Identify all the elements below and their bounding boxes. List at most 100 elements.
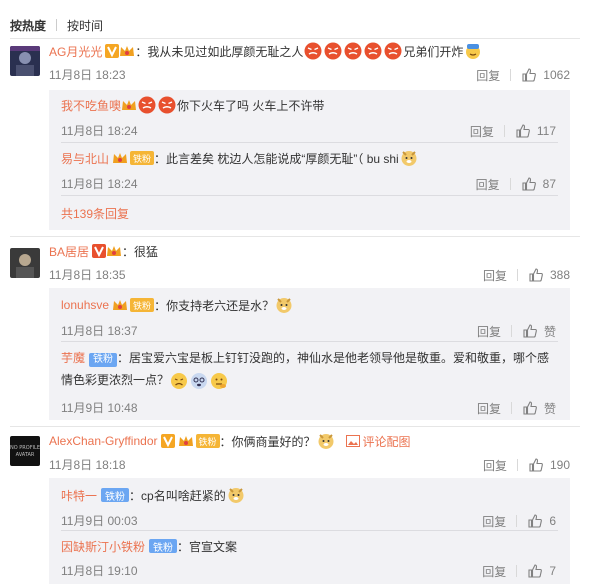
username[interactable]: AG月光光 xyxy=(49,43,102,60)
like-count: 388 xyxy=(549,268,570,282)
reply-button[interactable]: 回复 xyxy=(476,67,500,84)
angry-emoji-icon xyxy=(344,42,362,60)
avatar-text-line: AVATAR xyxy=(16,452,35,458)
username[interactable]: AlexChan-Gryffindor xyxy=(49,434,158,448)
like-count: 190 xyxy=(549,458,570,472)
sort-by-hot-tab[interactable]: 按热度 xyxy=(10,17,46,34)
image-icon xyxy=(345,435,360,447)
replies-box: 我不吃鱼噢 你下火车了吗 火车上不许带 11月8日 18:24 回复 117 易… xyxy=(49,90,570,230)
username[interactable]: BA居居 xyxy=(49,243,89,260)
reply-actions: 回复 87 xyxy=(476,175,556,193)
comment-time: 11月8日 18:35 xyxy=(49,268,126,282)
username[interactable]: 我不吃鱼噢 xyxy=(61,97,121,114)
thumb-up-icon xyxy=(528,564,543,578)
tie-fan-badge: 铁粉 xyxy=(89,353,118,367)
comment-divider xyxy=(10,236,580,237)
comment-text: ：你俩商量好的？ xyxy=(219,434,316,449)
comment-divider xyxy=(10,426,580,427)
comment-image-link[interactable]: 评论配图 xyxy=(345,433,411,450)
reply-content: 咔特一 铁粉 ：cp名叫啥赶紧的 xyxy=(61,486,246,504)
sad-emoji-icon xyxy=(170,372,188,390)
like-button[interactable]: 1062 xyxy=(521,67,570,83)
fan-badge: 铁粉 xyxy=(112,151,155,165)
like-button[interactable]: 赞 xyxy=(522,323,556,340)
reply-text: ：官宣文案 xyxy=(177,539,238,554)
reply-button[interactable]: 回复 xyxy=(470,123,494,140)
reply-button[interactable]: 回复 xyxy=(476,176,500,193)
action-divider xyxy=(510,325,512,337)
reply-text: 你下火车了吗 火车上不许带 xyxy=(177,98,325,113)
comment-content: AG月光光 ：我从未见过如此厚颜无耻之人 兄弟们开炸 xyxy=(49,42,483,60)
angry-emoji-icon xyxy=(324,42,342,60)
crown-badge-icon xyxy=(113,300,128,310)
like-count: 1062 xyxy=(543,68,570,82)
reply-time: 11月9日 00:03 xyxy=(61,514,138,528)
reply-button[interactable]: 回复 xyxy=(483,267,507,284)
username[interactable]: 易与北山 xyxy=(61,150,109,167)
avatar[interactable] xyxy=(10,248,40,278)
fan-badge-label: 铁粉 xyxy=(130,298,155,312)
fan-badge: 铁粉 xyxy=(178,434,220,448)
crown-badge-icon xyxy=(178,436,193,446)
comment-text-tail: 兄弟们开炸 xyxy=(403,44,464,59)
doge-emoji-icon xyxy=(317,432,335,450)
like-label: 赞 xyxy=(543,401,556,416)
thumb-up-icon xyxy=(516,124,530,138)
fan-badge: 铁粉 xyxy=(112,298,155,312)
username[interactable]: 芋魔 xyxy=(61,351,85,365)
like-button[interactable]: 117 xyxy=(515,123,556,139)
cheer-emoji-icon xyxy=(464,42,482,60)
reply-actions: 回复 7 xyxy=(482,562,556,580)
like-button[interactable]: 87 xyxy=(521,176,556,192)
like-button[interactable]: 赞 xyxy=(522,400,556,417)
like-button[interactable]: 388 xyxy=(528,267,570,283)
reply-button[interactable]: 回复 xyxy=(482,563,506,580)
reply-text: ：此言差矣 枕边人怎能说成“厚颜无耻”（ bu shi xyxy=(154,151,399,166)
reply-divider xyxy=(61,195,558,196)
action-divider xyxy=(510,69,512,81)
doge-emoji-icon xyxy=(275,296,293,314)
reply-content: 我不吃鱼噢 你下火车了吗 火车上不许带 xyxy=(61,96,324,114)
more-replies-link[interactable]: 共139条回复 xyxy=(61,205,129,222)
reply-button[interactable]: 回复 xyxy=(477,323,501,340)
like-button[interactable]: 6 xyxy=(527,513,556,529)
action-divider xyxy=(516,565,518,577)
fan-badge-label: 铁粉 xyxy=(195,434,220,448)
avatar[interactable]: NO PROFILE AVATAR xyxy=(10,436,40,466)
angry-emoji-icon xyxy=(138,96,156,114)
username[interactable]: 咔特一 xyxy=(61,487,97,504)
reply-button[interactable]: 回复 xyxy=(477,400,501,417)
action-divider xyxy=(516,269,518,281)
reply-button[interactable]: 回复 xyxy=(482,513,506,530)
username[interactable]: lonuhsve xyxy=(61,298,109,312)
reply-text: ：cp名叫啥赶紧的 xyxy=(129,488,226,503)
reply-divider xyxy=(61,341,558,342)
reply-text: ：你支持老六还是水？ xyxy=(154,298,275,313)
thinking-emoji-icon xyxy=(210,372,228,390)
thumb-up-icon xyxy=(522,177,536,191)
replies-box: 咔特一 铁粉 ：cp名叫啥赶紧的 11月9日 00:03 回复 6 因缺斯汀小铁… xyxy=(49,478,570,584)
reply-button[interactable]: 回复 xyxy=(483,457,507,474)
tie-fan-badge: 铁粉 xyxy=(101,488,130,503)
comment-time: 11月8日 18:18 xyxy=(49,458,126,472)
avatar[interactable] xyxy=(10,46,40,76)
thumb-up-icon xyxy=(529,458,543,472)
action-divider xyxy=(503,125,505,137)
action-divider xyxy=(510,402,512,414)
like-button[interactable]: 7 xyxy=(527,563,556,579)
reply-time: 11月8日 19:10 xyxy=(61,564,138,578)
tie-fan-badge: 铁粉 xyxy=(149,539,178,554)
thumb-up-icon xyxy=(522,68,537,82)
comment-divider xyxy=(10,38,580,39)
username[interactable]: 因缺斯汀小铁粉 xyxy=(61,538,145,555)
like-label: 赞 xyxy=(543,324,556,339)
reply-content: 因缺斯汀小铁粉 铁粉 ：官宣文案 xyxy=(61,537,237,555)
reply-content: lonuhsve 铁粉 ：你支持老六还是水？ xyxy=(61,296,294,314)
reply-actions: 回复 赞 xyxy=(477,322,556,340)
like-button[interactable]: 190 xyxy=(528,457,570,473)
thumb-up-icon xyxy=(529,268,543,282)
action-divider xyxy=(516,459,518,471)
vip-v-icon xyxy=(92,244,107,258)
sort-by-time-tab[interactable]: 按时间 xyxy=(67,17,103,34)
thumb-up-icon xyxy=(528,514,543,528)
